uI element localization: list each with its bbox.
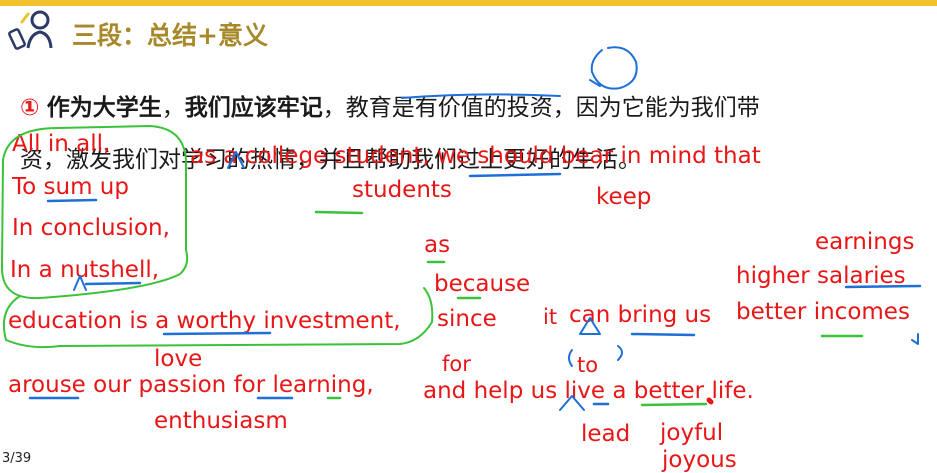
red-dot: [706, 397, 714, 405]
ink-annotations: [1, 46, 922, 411]
blue-underline-salaries: [844, 284, 922, 289]
blue-paren-right: [617, 345, 623, 361]
green-underline-students: [314, 210, 364, 215]
blue-caret-1: [227, 151, 245, 169]
blue-underline-worthy: [162, 331, 272, 336]
blue-paren-left: [568, 349, 573, 367]
blue-caret-2: [73, 275, 87, 291]
green-bracket-education: [2, 287, 434, 349]
blue-caret-3: [579, 317, 601, 335]
blue-underline-sum: [46, 198, 98, 203]
blue-underline-bring: [630, 332, 696, 337]
blue-caret-4: [559, 395, 585, 411]
blue-underline-top: [401, 93, 561, 99]
blue-underline-nutshell: [84, 281, 142, 286]
green-bracket-openers: [1, 125, 189, 300]
blue-loop: [590, 46, 638, 90]
green-underline-better: [640, 402, 708, 407]
blue-bracket-incomes: [911, 333, 919, 345]
blue-underline-students-cn: [468, 172, 562, 178]
